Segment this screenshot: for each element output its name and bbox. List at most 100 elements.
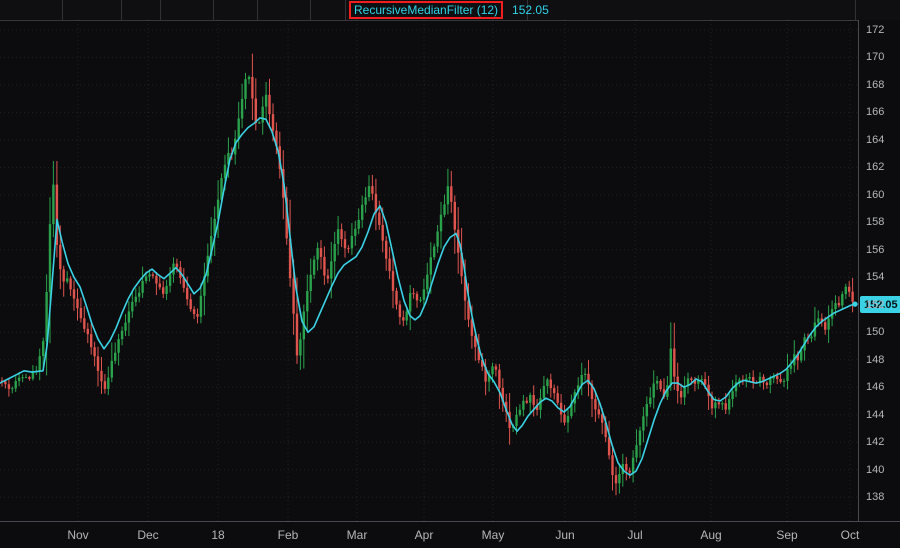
recursive-median-filter-line[interactable]	[0, 118, 857, 475]
time-axis[interactable]: NovDec18FebMarAprMayJunJulAugSepOct	[0, 521, 900, 548]
candle-body	[567, 416, 569, 422]
candle-body	[248, 77, 250, 79]
line-end-marker	[852, 302, 857, 307]
candle-body	[553, 388, 555, 393]
toolbar-separator	[160, 0, 161, 20]
candle-body	[392, 271, 394, 291]
price-axis[interactable]: 152.05 172170168166164162160158156154152…	[858, 20, 900, 521]
candle-body	[347, 248, 349, 249]
candle-body	[340, 229, 342, 239]
indicator-name-label[interactable]: RecursiveMedianFilter (12)	[349, 1, 503, 19]
time-axis-label: Feb	[278, 528, 299, 542]
candle-body	[107, 378, 109, 389]
candle-body	[594, 399, 596, 409]
candle-body	[165, 286, 167, 294]
candle-body	[659, 381, 661, 389]
price-axis-label: 158	[866, 215, 884, 229]
candle-body	[296, 314, 298, 356]
candle-body	[673, 349, 675, 377]
price-axis-label: 150	[866, 325, 884, 339]
candle-body	[258, 123, 260, 124]
candle-body	[330, 261, 332, 278]
candle-body	[334, 244, 336, 261]
candle-body	[25, 377, 27, 378]
candle-body	[749, 377, 751, 379]
candle-body	[327, 276, 329, 279]
candle-body	[385, 241, 387, 259]
candle-body	[690, 378, 692, 380]
candle-body	[495, 366, 497, 369]
candle-body	[845, 287, 847, 294]
time-axis-label: Dec	[137, 528, 158, 542]
candle-body	[159, 284, 161, 288]
time-axis-label: Apr	[415, 528, 434, 542]
indicator-legend[interactable]: RecursiveMedianFilter (12) 152.05	[349, 0, 549, 20]
candle-body	[786, 369, 788, 381]
candle-body	[656, 381, 658, 384]
candlestick-chart[interactable]	[0, 20, 858, 521]
candle-body	[361, 205, 363, 220]
candle-body	[49, 224, 51, 292]
candle-body	[15, 381, 17, 388]
candle-body	[251, 77, 253, 99]
chart-plot-area[interactable]	[0, 20, 858, 521]
candle-body	[155, 276, 157, 284]
candle-body	[8, 384, 10, 389]
candle-body	[563, 415, 565, 423]
candle-body	[138, 293, 140, 297]
candle-body	[4, 382, 6, 385]
candle-body	[358, 220, 360, 229]
price-axis-label: 154	[866, 270, 884, 284]
candle-body	[680, 391, 682, 397]
time-axis-label: Jul	[627, 528, 642, 542]
candle-body	[42, 341, 44, 356]
candle-body	[131, 302, 133, 312]
candle-body	[491, 366, 493, 374]
candle-body	[430, 257, 432, 274]
candle-body	[148, 274, 150, 276]
candle-body	[598, 409, 600, 414]
candle-body	[176, 264, 178, 268]
candle-body	[779, 379, 781, 382]
candle-body	[721, 403, 723, 404]
time-axis-label: Aug	[700, 528, 721, 542]
candle-body	[344, 239, 346, 248]
candle-body	[615, 475, 617, 483]
candle-body	[670, 349, 672, 386]
candle-body	[851, 292, 853, 302]
candle-body	[87, 329, 89, 334]
price-axis-label: 144	[866, 408, 884, 422]
candle-body	[169, 275, 171, 286]
candle-body	[124, 323, 126, 331]
candle-body	[395, 291, 397, 305]
candle-body	[635, 445, 637, 457]
candle-body	[728, 399, 730, 410]
candle-body	[848, 287, 850, 292]
candle-body	[783, 381, 785, 382]
candle-body	[412, 293, 414, 294]
candle-body	[292, 278, 294, 313]
candle-body	[409, 293, 411, 311]
candle-body	[714, 402, 716, 408]
candle-body	[433, 247, 435, 258]
candle-body	[419, 300, 421, 301]
candle-body	[11, 388, 13, 389]
candle-body	[378, 213, 380, 225]
candle-body	[28, 377, 30, 379]
candle-body	[313, 260, 315, 275]
candle-body	[423, 289, 425, 300]
candle-body	[718, 402, 720, 404]
time-axis-label: Nov	[67, 528, 88, 542]
candle-body	[653, 384, 655, 398]
price-axis-label: 160	[866, 188, 884, 202]
candle-body	[731, 391, 733, 399]
candle-body	[117, 339, 119, 353]
candle-body	[725, 403, 727, 409]
candle-body	[63, 269, 65, 281]
candle-body	[265, 95, 267, 107]
candle-body	[584, 374, 586, 375]
candle-body	[515, 415, 517, 426]
price-axis-label: 164	[866, 133, 884, 147]
candle-body	[639, 431, 641, 446]
candle-body	[111, 361, 113, 378]
